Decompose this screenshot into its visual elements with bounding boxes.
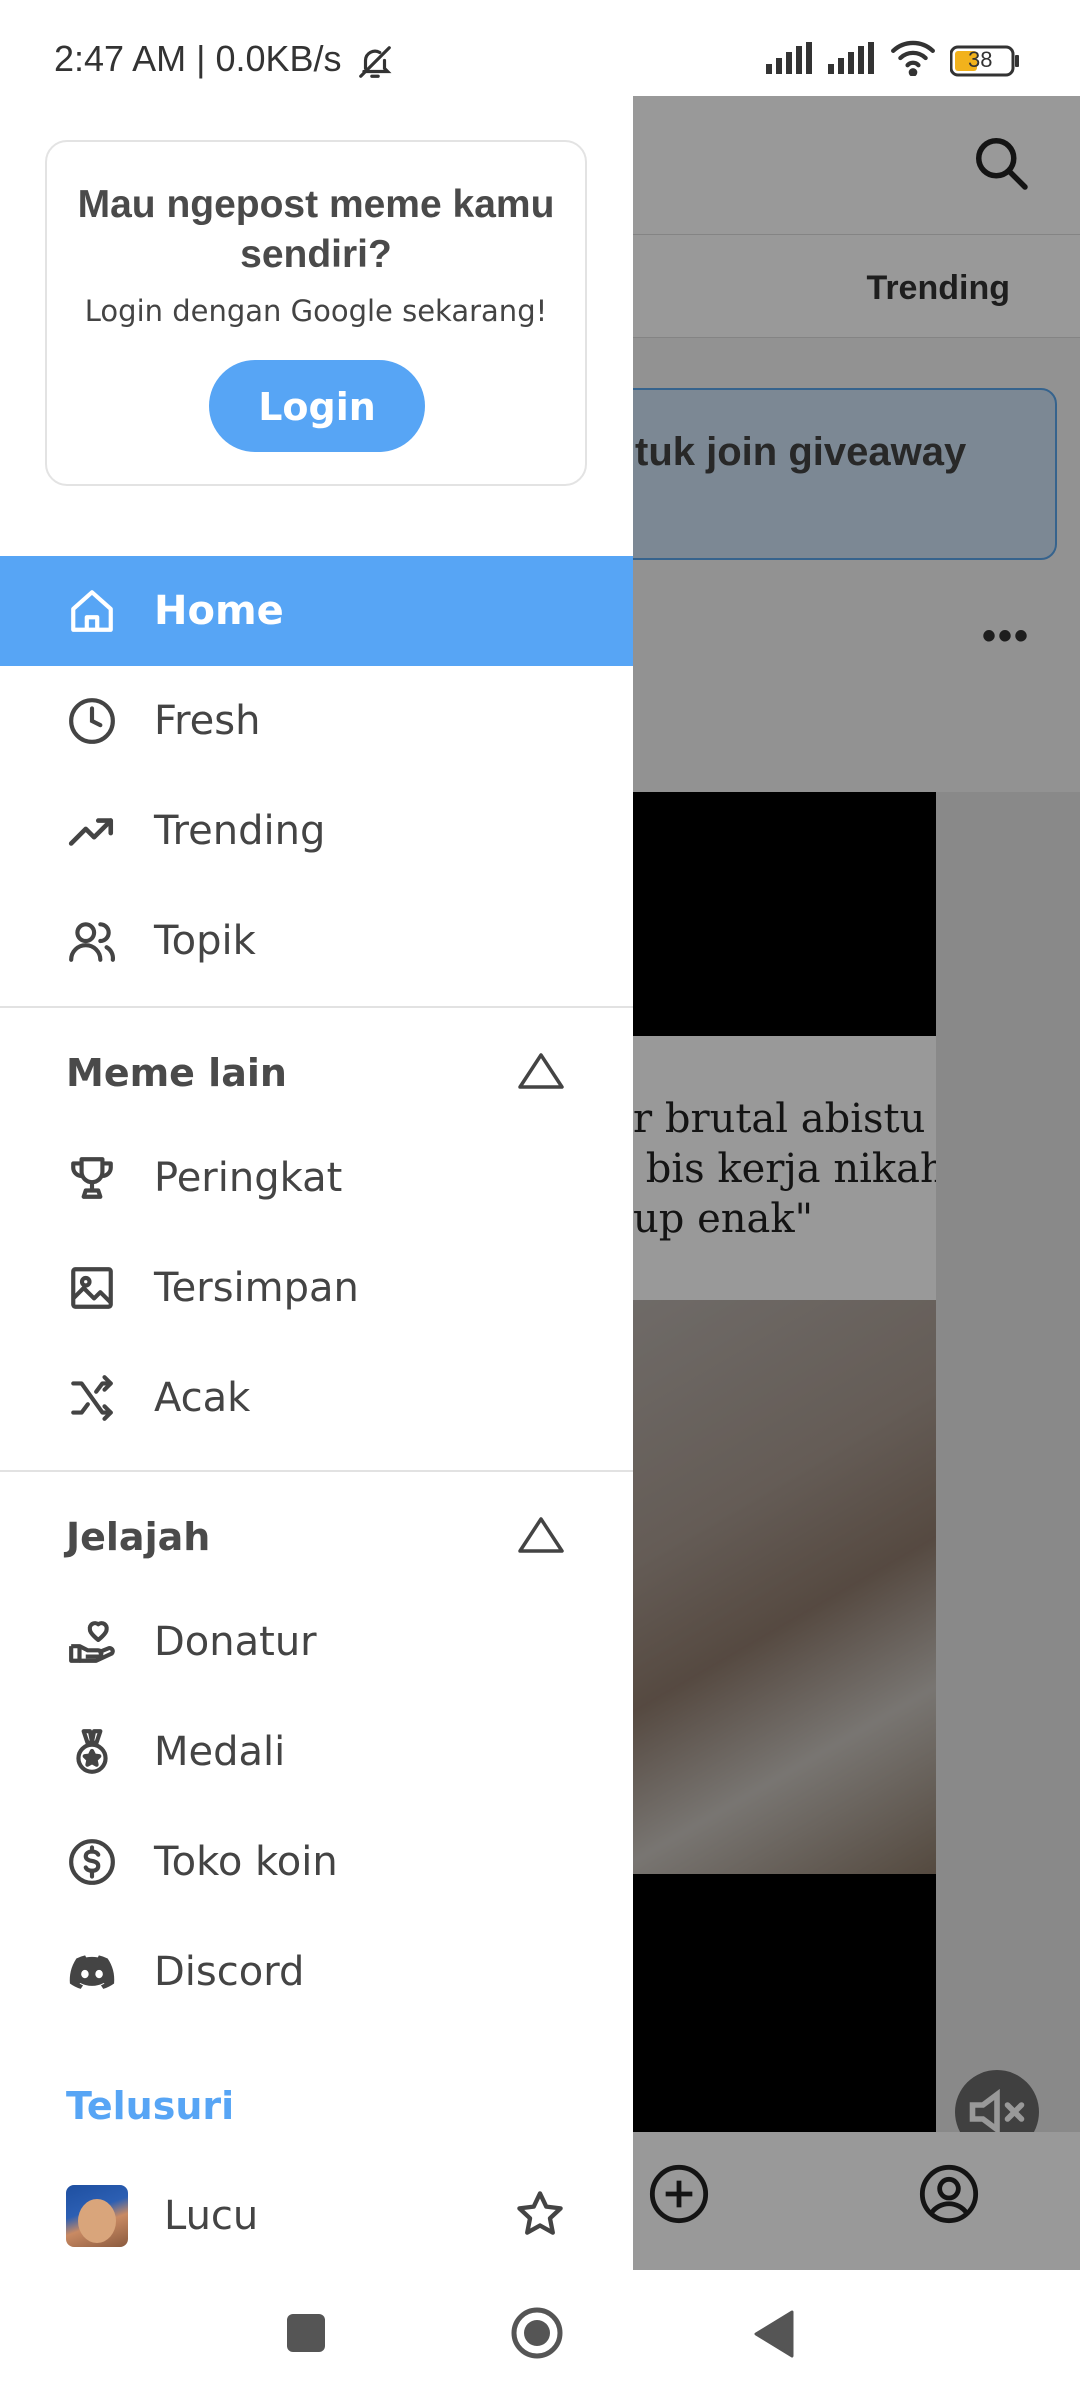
star-icon[interactable] xyxy=(514,2188,566,2245)
home-circle-icon[interactable] xyxy=(510,2306,564,2360)
menu-item-donatur[interactable]: Donatur xyxy=(0,1587,633,1697)
home-icon xyxy=(66,585,118,637)
menu-item-label: Discord xyxy=(154,1949,305,1995)
drawer-divider xyxy=(0,1006,633,1008)
menu-item-tersimpan[interactable]: Tersimpan xyxy=(0,1233,633,1343)
section-title: Meme lain xyxy=(66,1051,287,1095)
status-icons: 38 xyxy=(766,40,1020,81)
menu-item-label: Peringkat xyxy=(154,1155,343,1201)
menu-item-home[interactable]: Home xyxy=(0,556,633,666)
users-icon xyxy=(66,915,118,967)
back-triangle-icon[interactable] xyxy=(752,2310,794,2363)
topic-item-label: Lucu xyxy=(164,2193,259,2239)
menu-item-label: Donatur xyxy=(154,1619,317,1665)
signal-icon xyxy=(766,42,814,79)
login-button[interactable]: Login xyxy=(209,360,425,452)
battery-level: 38 xyxy=(968,46,993,72)
trophy-icon xyxy=(66,1152,118,1204)
shuffle-icon xyxy=(66,1372,118,1424)
section-title-telusuri: Telusuri xyxy=(66,2084,235,2128)
login-card: Mau ngepost meme kamu sendiri? Login den… xyxy=(45,140,587,486)
drawer-divider xyxy=(0,1470,633,1472)
discord-icon xyxy=(66,1946,118,1998)
menu-item-label: Trending xyxy=(154,808,326,854)
menu-item-topik[interactable]: Topik xyxy=(0,886,633,996)
recents-square-icon[interactable] xyxy=(287,2314,325,2352)
menu-item-label: Medali xyxy=(154,1729,286,1775)
battery-icon: 38 xyxy=(949,45,1020,77)
avatar xyxy=(66,2185,128,2247)
signal-icon xyxy=(828,42,876,79)
navigation-drawer: Mau ngepost meme kamu sendiri? Login den… xyxy=(0,96,633,2270)
trending-up-icon xyxy=(66,805,118,857)
menu-item-trending[interactable]: Trending xyxy=(0,776,633,886)
section-title: Jelajah xyxy=(66,1515,211,1559)
menu-item-label: Home xyxy=(154,588,284,634)
menu-item-label: Tersimpan xyxy=(154,1265,359,1311)
menu-item-discord[interactable]: Discord xyxy=(0,1917,633,2027)
dollar-coin-icon xyxy=(66,1836,118,1888)
login-card-subtitle: Login dengan Google sekarang! xyxy=(84,294,548,328)
hand-heart-icon xyxy=(66,1616,118,1668)
menu-item-label: Fresh xyxy=(154,698,261,744)
section-header-jelajah[interactable]: Jelajah xyxy=(66,1507,566,1567)
menu-item-label: Toko koin xyxy=(154,1839,338,1885)
wifi-icon xyxy=(890,40,936,81)
menu-item-peringkat[interactable]: Peringkat xyxy=(0,1123,633,1233)
system-navigation-bar xyxy=(0,2270,1080,2400)
menu-item-fresh[interactable]: Fresh xyxy=(0,666,633,776)
medal-icon xyxy=(66,1726,118,1778)
menu-item-toko-koin[interactable]: Toko koin xyxy=(0,1807,633,1917)
menu-item-acak[interactable]: Acak xyxy=(0,1343,633,1453)
drawer-scrim[interactable] xyxy=(633,96,1080,2270)
image-icon xyxy=(66,1262,118,1314)
bell-off-icon xyxy=(356,42,394,87)
section-header-meme-lain[interactable]: Meme lain xyxy=(66,1043,566,1103)
menu-item-label: Acak xyxy=(154,1375,251,1421)
menu-item-medali[interactable]: Medali xyxy=(0,1697,633,1807)
status-time: 2:47 AM | 0.0KB/s xyxy=(54,38,342,79)
topic-item-lucu[interactable]: Lucu xyxy=(66,2181,566,2251)
login-card-title: Mau ngepost meme kamu sendiri? xyxy=(77,183,555,276)
menu-item-label: Topik xyxy=(154,918,256,964)
collapse-triangle-icon[interactable] xyxy=(516,1515,566,1560)
collapse-triangle-icon[interactable] xyxy=(516,1051,566,1096)
clock-icon xyxy=(66,695,118,747)
status-bar: 2:47 AM | 0.0KB/s 38 xyxy=(0,0,1080,96)
